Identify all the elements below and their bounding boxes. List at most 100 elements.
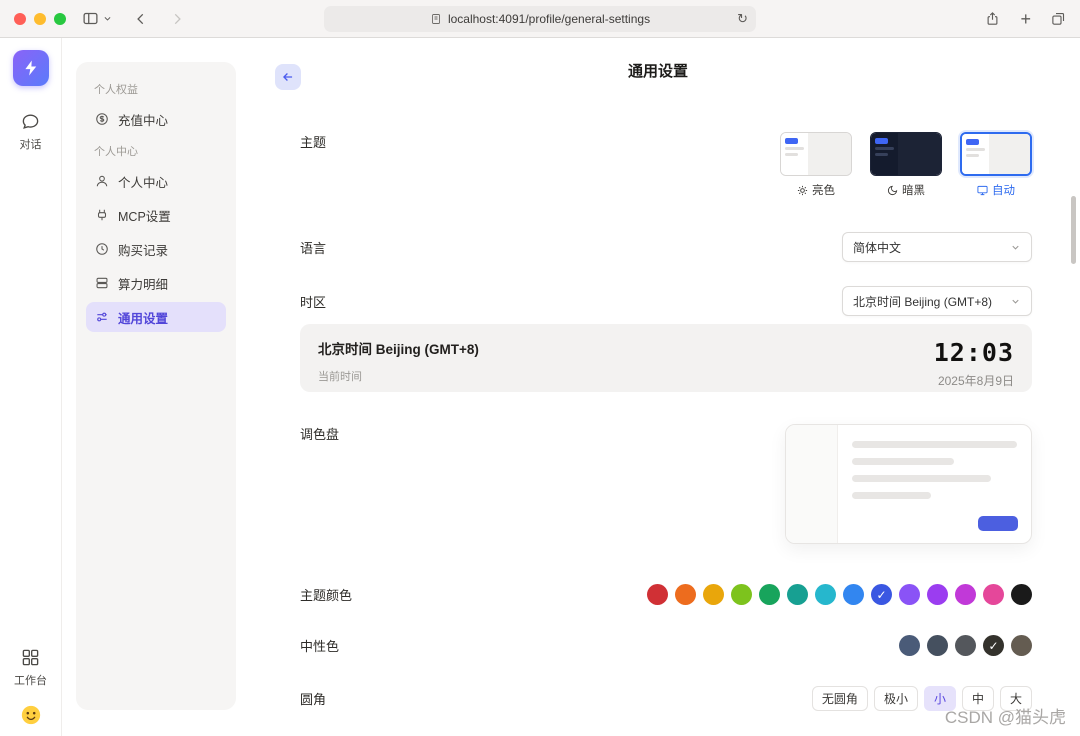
theme-preview-light (780, 132, 852, 176)
palette-preview-card (785, 424, 1032, 544)
sidebar-item-mcp[interactable]: MCP设置 (86, 200, 226, 230)
clock-icon (95, 242, 109, 256)
language-label: 语言 (300, 238, 326, 257)
forward-nav-icon[interactable] (170, 12, 184, 26)
page-title: 通用设置 (628, 60, 688, 81)
sidebar-item-label: MCP设置 (118, 206, 171, 225)
vertical-scrollbar[interactable] (1071, 196, 1076, 264)
check-icon: ✓ (988, 639, 998, 653)
time-card-title: 北京时间 Beijing (GMT+8) (318, 338, 479, 358)
color-swatch-magenta[interactable] (955, 584, 976, 605)
color-swatch-blue[interactable] (843, 584, 864, 605)
sidebar-item-recharge[interactable]: 充值中心 (86, 104, 226, 134)
main-content: 通用设置 主题 亮色 (236, 38, 1080, 736)
new-tab-icon[interactable]: + (1020, 10, 1031, 28)
server-icon (95, 276, 109, 290)
color-swatch-teal[interactable] (787, 584, 808, 605)
currency-circle-icon (95, 112, 109, 126)
theme-option-dark[interactable]: 暗黑 (870, 132, 942, 198)
chevron-down-icon (1010, 296, 1021, 307)
sidebar-item-label: 充值中心 (118, 110, 168, 129)
sidebar-item-profile[interactable]: 个人中心 (86, 166, 226, 196)
timezone-select-value: 北京时间 Beijing (GMT+8) (853, 293, 992, 310)
app-logo[interactable] (13, 50, 49, 86)
time-card-caption: 当前时间 (318, 368, 479, 384)
user-avatar[interactable] (20, 704, 42, 726)
theme-option-light[interactable]: 亮色 (780, 132, 852, 198)
moon-icon (887, 185, 898, 196)
color-swatch-purple[interactable] (899, 584, 920, 605)
back-button[interactable] (275, 64, 301, 90)
current-date: 2025年8月9日 (934, 372, 1014, 389)
radius-option-none[interactable]: 无圆角 (812, 686, 868, 711)
neutral-colors-label: 中性色 (300, 636, 339, 655)
color-swatch-gold[interactable] (703, 584, 724, 605)
rail-item-label: 对话 (20, 136, 42, 152)
neutral-swatch-dark-selected[interactable]: ✓ (983, 635, 1004, 656)
address-bar[interactable]: localhost:4091/profile/general-settings … (324, 6, 756, 32)
smiley-face-icon (20, 704, 42, 726)
chevron-down-icon (1010, 242, 1021, 253)
language-select[interactable]: 简体中文 (842, 232, 1032, 262)
color-swatch-geekblue-selected[interactable]: ✓ (871, 584, 892, 605)
neutral-swatch-slate[interactable] (899, 635, 920, 656)
language-select-value: 简体中文 (853, 239, 901, 256)
color-swatch-lime[interactable] (731, 584, 752, 605)
sidebar-section-header: 个人权益 (86, 76, 226, 104)
share-icon[interactable] (985, 11, 1000, 26)
theme-colors-row: 主题颜色 ✓ (300, 584, 1032, 605)
check-icon: ✓ (876, 588, 886, 602)
back-nav-icon[interactable] (134, 12, 148, 26)
chat-bubble-icon (21, 112, 40, 131)
color-swatch-cyan[interactable] (815, 584, 836, 605)
sidebar-item-compute[interactable]: 算力明细 (86, 268, 226, 298)
theme-option-label: 暗黑 (902, 182, 925, 198)
chevron-down-icon[interactable] (103, 14, 112, 23)
sidebar-section-header: 个人中心 (86, 138, 226, 166)
palette-label: 调色盘 (300, 424, 339, 443)
sidebar-item-general-settings[interactable]: 通用设置 (86, 302, 226, 332)
reload-icon[interactable]: ↻ (737, 11, 748, 27)
neutral-swatch-bluegray[interactable] (927, 635, 948, 656)
tab-overview-icon[interactable] (1051, 11, 1066, 26)
sidebar-item-label: 通用设置 (118, 308, 168, 327)
sidebar-item-label: 购买记录 (118, 240, 168, 259)
radius-option-tiny[interactable]: 极小 (874, 686, 918, 711)
palette-row: 调色盘 (300, 424, 1032, 544)
radius-row: 圆角 无圆角 极小 小 中 大 (300, 686, 1032, 711)
neutral-swatch-warmgray[interactable] (1011, 635, 1032, 656)
sidebar-item-purchases[interactable]: 购买记录 (86, 234, 226, 264)
zoom-window-button[interactable] (54, 13, 66, 25)
sidebar-item-label: 算力明细 (118, 274, 168, 293)
grid-icon (21, 648, 40, 667)
rail-item-workbench[interactable]: 工作台 (14, 648, 47, 688)
theme-option-auto[interactable]: 自动 (960, 132, 1032, 198)
theme-preview-dark (870, 132, 942, 176)
close-window-button[interactable] (14, 13, 26, 25)
theme-option-label: 亮色 (812, 182, 835, 198)
timezone-select[interactable]: 北京时间 Beijing (GMT+8) (842, 286, 1032, 316)
theme-color-swatches: ✓ (647, 584, 1032, 605)
monitor-icon (977, 185, 988, 196)
person-icon (95, 174, 109, 188)
current-time: 12:03 (934, 338, 1014, 367)
color-swatch-orange[interactable] (675, 584, 696, 605)
neutral-swatch-gray[interactable] (955, 635, 976, 656)
rail-item-chat[interactable]: 对话 (20, 112, 42, 152)
theme-options: 亮色 暗黑 (780, 132, 1032, 198)
url-text: localhost:4091/profile/general-settings (448, 12, 650, 26)
minimize-window-button[interactable] (34, 13, 46, 25)
lightning-icon (22, 59, 40, 77)
sidebar-toggle-icon[interactable] (82, 10, 99, 27)
color-swatch-green[interactable] (759, 584, 780, 605)
color-swatch-red[interactable] (647, 584, 668, 605)
app-rail: 对话 工作台 (0, 38, 62, 736)
sliders-icon (95, 310, 109, 324)
theme-preview-auto (960, 132, 1032, 176)
rail-item-label: 工作台 (14, 672, 47, 688)
color-swatch-pink[interactable] (983, 584, 1004, 605)
theme-colors-label: 主题颜色 (300, 585, 352, 604)
color-swatch-violet[interactable] (927, 584, 948, 605)
color-swatch-black[interactable] (1011, 584, 1032, 605)
neutral-colors-row: 中性色 ✓ (300, 635, 1032, 656)
